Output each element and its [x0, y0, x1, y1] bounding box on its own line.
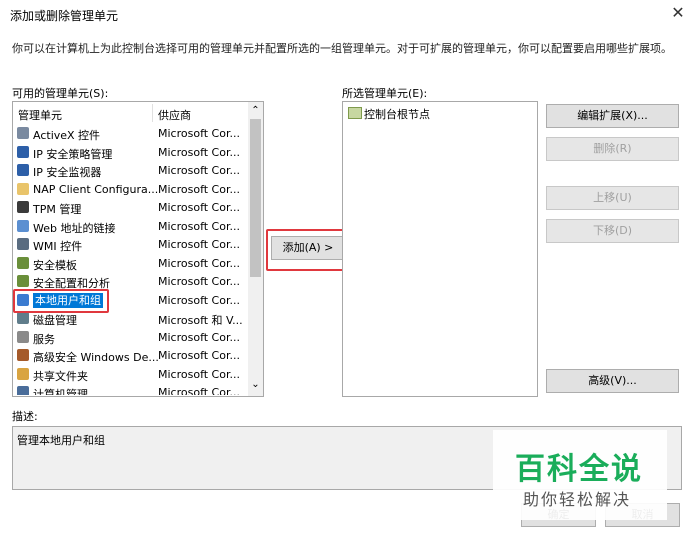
folder-icon [17, 182, 29, 195]
watermark-subtitle: 助你轻松解决 [523, 490, 632, 509]
list-item[interactable]: IP 安全监视器 Microsoft Cor... [13, 162, 248, 181]
snapin-name: IP 安全策略管理 [33, 147, 113, 161]
activex-icon [17, 127, 29, 139]
snapin-vendor: Microsoft Cor... [158, 219, 240, 233]
highlight-selected-item [13, 289, 109, 313]
list-item[interactable]: WMI 控件 Microsoft Cor... [13, 236, 248, 255]
list-item[interactable]: Web 地址的链接 Microsoft Cor... [13, 218, 248, 237]
security-template-icon [17, 256, 29, 269]
move-down-button[interactable]: 下移(D) [546, 219, 679, 243]
list-item[interactable]: ActiveX 控件 Microsoft Cor... [13, 125, 248, 144]
snapin-name: TPM 管理 [33, 203, 82, 216]
snapin-name: 磁盘管理 [33, 314, 77, 327]
snapin-vendor: Microsoft Cor... [158, 275, 240, 288]
advanced-button[interactable]: 高级(V)... [546, 369, 679, 393]
available-rows: ActiveX 控件 Microsoft Cor... IP 安全策略管理 Micro… [13, 125, 248, 395]
console-root-item[interactable]: 控制台根节点 [364, 106, 430, 122]
intro-text: 你可以在计算机上为此控制台选择可用的管理单元并配置所选的一组管理单元。对于可扩展… [12, 42, 672, 55]
list-item[interactable]: 高级安全 Windows De... Microsoft Cor... [13, 347, 248, 366]
snapin-name: 安全模板 [33, 258, 77, 272]
available-label: 可用的管理单元(S): [12, 87, 109, 100]
snapin-name: 高级安全 Windows De... [33, 351, 159, 364]
list-item[interactable]: IP 安全策略管理 Microsoft Cor... [13, 144, 248, 163]
edit-extensions-button[interactable]: 编辑扩展(X)... [546, 104, 679, 128]
remove-button[interactable]: 删除(R) [546, 137, 679, 161]
list-item[interactable]: 服务 Microsoft Cor... [13, 329, 248, 348]
watermark-title: 百科全说 [515, 452, 643, 487]
snapin-vendor: Microsoft Cor... [158, 238, 240, 251]
snapin-vendor: Microsoft Cor... [158, 127, 240, 140]
selected-list[interactable]: 控制台根节点 [342, 101, 538, 397]
list-item[interactable]: 共享文件夹 Microsoft Cor... [13, 366, 248, 385]
column-divider [152, 104, 153, 122]
vertical-scrollbar[interactable]: ⌃ ⌄ [248, 102, 263, 396]
wmi-icon [17, 238, 29, 250]
window-title: 添加或删除管理单元 [10, 9, 119, 23]
web-link-icon [17, 219, 29, 232]
disk-management-icon [17, 312, 29, 324]
snapin-vendor: Microsoft Cor... [158, 201, 240, 214]
description-label: 描述: [12, 410, 38, 423]
scroll-up-icon[interactable]: ⌃ [248, 102, 263, 118]
title-bar: 添加或删除管理单元 ✕ [0, 0, 692, 28]
column-header-name[interactable]: 管理单元 [18, 107, 62, 123]
list-item[interactable]: 安全模板 Microsoft Cor... [13, 255, 248, 274]
close-icon[interactable]: ✕ [668, 3, 688, 22]
snapin-name: Web 地址的链接 [33, 221, 116, 235]
ip-security-monitor-icon [17, 164, 29, 176]
security-config-icon [17, 275, 29, 287]
snapin-name: WMI 控件 [33, 240, 83, 253]
list-item[interactable]: TPM 管理 Microsoft Cor... [13, 199, 248, 218]
highlight-add-button [266, 229, 349, 271]
snapin-vendor: Microsoft Cor... [158, 293, 240, 307]
snapin-vendor: Microsoft Cor... [158, 386, 240, 395]
snapin-vendor: Microsoft Cor... [158, 256, 240, 270]
firewall-icon [17, 349, 29, 361]
shared-folder-icon [17, 367, 29, 380]
snapin-vendor: Microsoft Cor... [158, 367, 240, 381]
snapin-vendor: Microsoft Cor... [158, 349, 240, 362]
column-header-vendor[interactable]: 供应商 [158, 107, 191, 123]
scrollbar-thumb[interactable] [250, 119, 261, 277]
snapin-name: IP 安全监视器 [33, 166, 102, 179]
snapin-vendor: Microsoft Cor... [158, 182, 240, 196]
scroll-down-icon[interactable]: ⌄ [248, 379, 263, 395]
console-root-icon [348, 107, 362, 119]
snapin-vendor: Microsoft Cor... [158, 330, 240, 344]
snapin-vendor: Microsoft Cor... [158, 164, 240, 177]
snapin-name: ActiveX 控件 [33, 129, 101, 142]
available-list[interactable]: 管理单元 供应商 ActiveX 控件 Microsoft Cor... IP 安全… [12, 101, 264, 397]
tpm-icon [17, 201, 29, 213]
move-up-button[interactable]: 上移(U) [546, 186, 679, 210]
watermark: 百科全说 助你轻松解决 [493, 430, 667, 520]
selected-label: 所选管理单元(E): [342, 87, 428, 100]
description-text: 管理本地用户和组 [17, 434, 105, 447]
snapin-vendor: Microsoft Cor... [158, 145, 240, 159]
computer-management-icon [17, 386, 29, 395]
snapin-vendor: Microsoft 和 V... [158, 314, 243, 327]
snapin-name: 计算机管理 [33, 388, 88, 395]
snapin-name: 共享文件夹 [33, 369, 88, 383]
snapin-name: 服务 [33, 332, 55, 346]
list-item[interactable]: 计算机管理 Microsoft Cor... [13, 384, 248, 395]
ip-security-policy-icon [17, 145, 29, 158]
services-icon [17, 330, 29, 343]
list-item[interactable]: NAP Client Configura... Microsoft Cor... [13, 181, 248, 200]
snapin-name: NAP Client Configura... [33, 182, 159, 196]
